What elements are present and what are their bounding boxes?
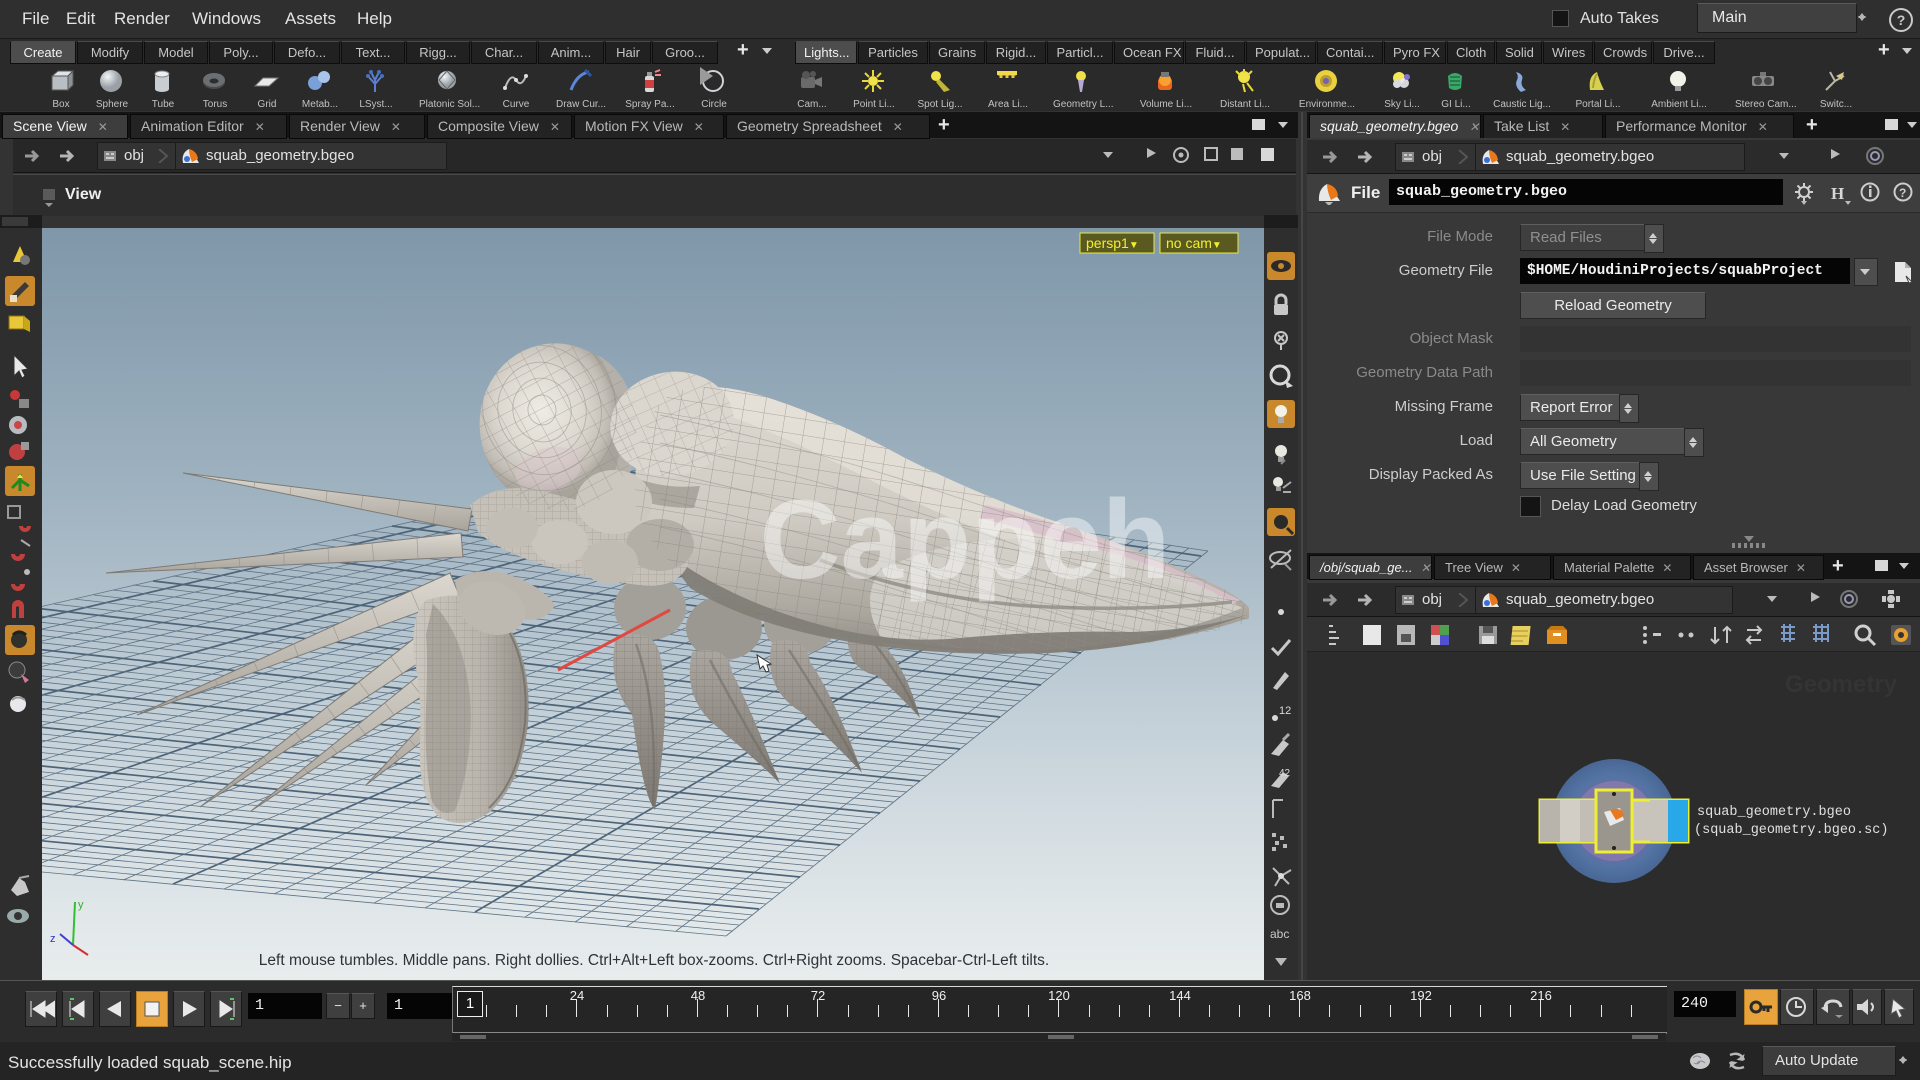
- svg-text:z: z: [50, 933, 56, 945]
- svg-text:H: H: [1831, 184, 1844, 203]
- svg-text:(squab_geometry.bgeo.sc): (squab_geometry.bgeo.sc): [1694, 823, 1888, 838]
- svg-text:Cappeh: Cappeh: [760, 477, 1171, 602]
- svg-text:42: 42: [1279, 768, 1291, 779]
- svg-text:Geometry: Geometry: [1785, 671, 1898, 698]
- svg-text:squab_geometry.bgeo: squab_geometry.bgeo: [1697, 805, 1851, 820]
- svg-text:abc: abc: [1270, 927, 1289, 941]
- svg-text:y: y: [78, 899, 84, 911]
- svg-text:12: 12: [1279, 705, 1291, 717]
- svg-text:?: ?: [1899, 186, 1906, 200]
- svg-text:Left mouse tumbles. Middle pan: Left mouse tumbles. Middle pans. Right d…: [259, 952, 1049, 969]
